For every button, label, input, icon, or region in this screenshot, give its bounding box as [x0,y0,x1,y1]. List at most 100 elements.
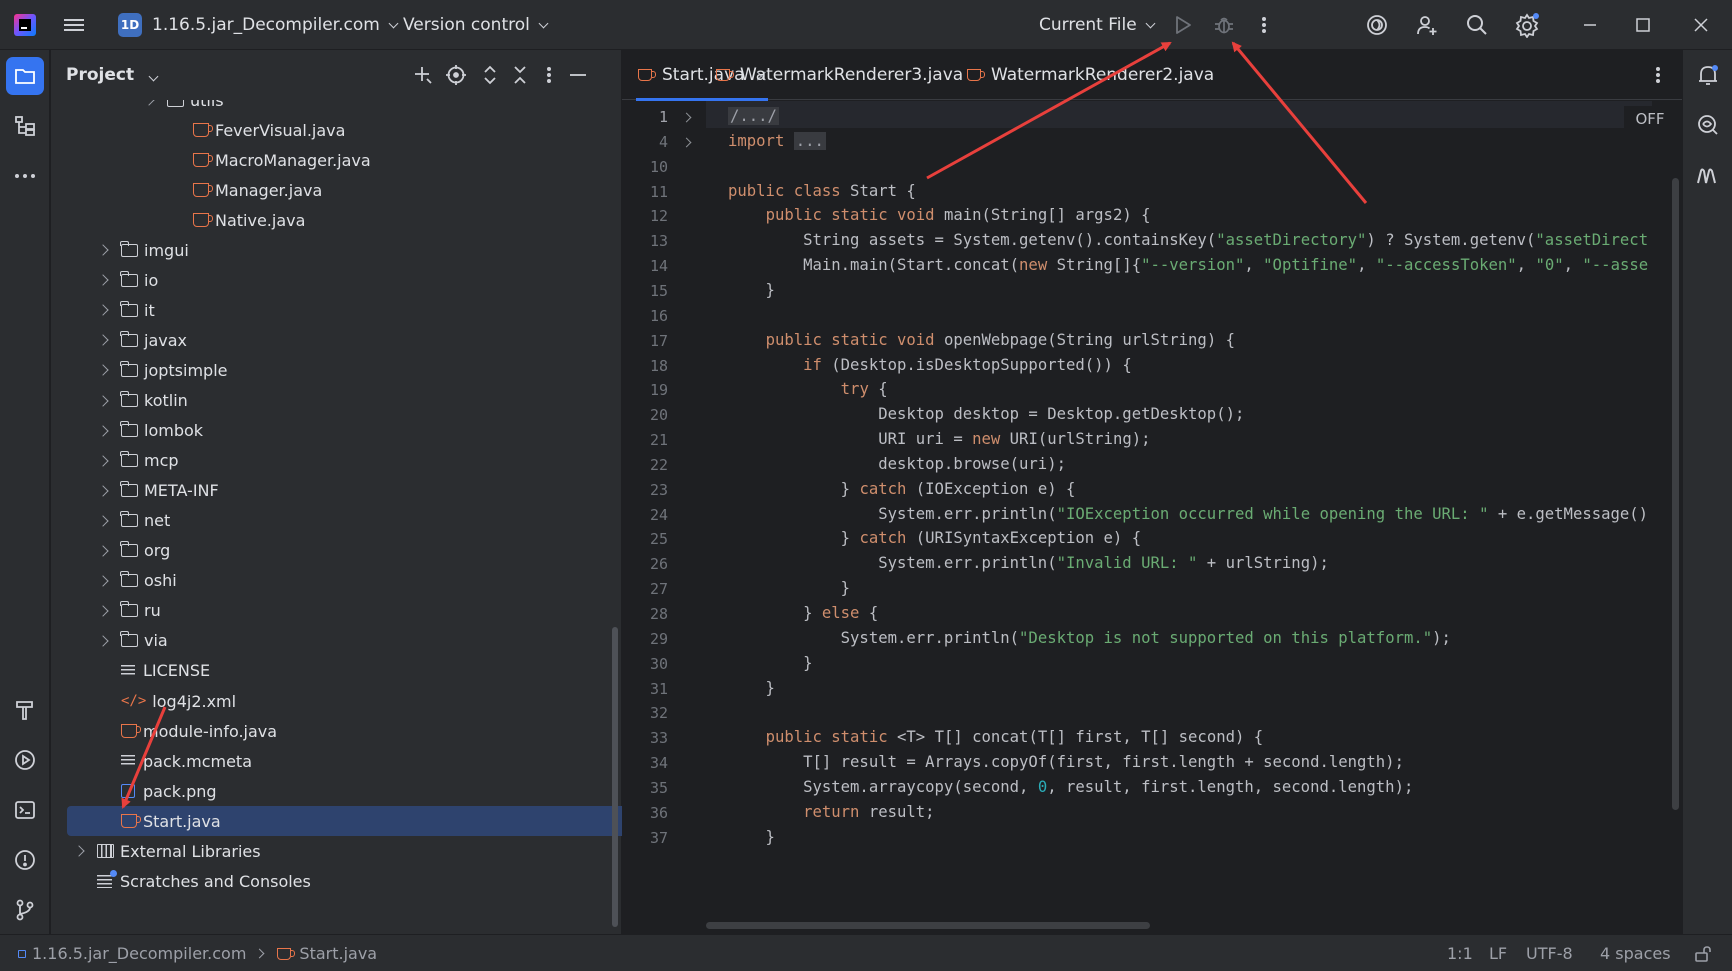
chevron-right-icon[interactable] [97,635,109,647]
run-tool-button[interactable] [6,741,44,779]
chevron-right-icon[interactable] [97,484,109,497]
reader-mode-toggle[interactable]: OFF [1624,106,1676,132]
close-window-button[interactable] [1676,0,1726,50]
chevron-right-icon[interactable] [143,100,155,106]
tree-item-external-libraries[interactable]: External Libraries [51,836,611,866]
breadcrumb-file[interactable]: Start.java [299,944,377,963]
tree-item-org[interactable]: org [51,536,611,566]
tree-item-javax[interactable]: javax [51,325,611,355]
caret-position[interactable]: 1:1 [1447,935,1473,971]
tree-item-kotlin[interactable]: kotlin [51,386,611,416]
tree-item-native-java[interactable]: Native.java [51,205,611,235]
tree-item-utils[interactable]: utils [51,100,611,115]
ai-chat-button[interactable] [1690,107,1726,143]
problems-tool-button[interactable] [6,841,44,879]
folder-icon [120,571,138,588]
chevron-right-icon[interactable] [97,575,109,587]
hide-panel-button[interactable] [567,64,589,86]
chevron-right-icon[interactable] [97,274,109,286]
chevron-right-icon[interactable] [97,605,109,617]
fold-chevron-icon[interactable] [681,137,692,148]
tree-item-ru[interactable]: ru [51,596,611,626]
tree-item-start-java[interactable]: Start.java [67,806,622,837]
tree-item-label: pack.mcmeta [143,751,252,771]
tree-item-module-info-java[interactable]: module-info.java [51,716,611,746]
line-separator[interactable]: LF [1489,935,1507,971]
terminal-tool-button[interactable] [6,791,44,829]
fold-chevron-icon[interactable] [681,112,692,123]
chevron-right-icon[interactable] [73,845,85,857]
maximize-window-button[interactable] [1618,0,1668,50]
code-line: } [728,827,775,846]
chevron-right-icon[interactable] [97,515,109,527]
select-opened-file-button[interactable] [445,64,467,86]
settings-button[interactable] [1514,0,1540,50]
tree-item-manager-java[interactable]: Manager.java [51,175,611,205]
tree-item-license[interactable]: LICENSE [51,656,611,686]
expand-all-button[interactable] [479,64,501,86]
editor-tab-watermarkrenderer3-java[interactable]: WatermarkRenderer3.java [714,50,963,100]
tree-item-io[interactable]: io [51,265,611,295]
editor-tab-watermarkrenderer2-java[interactable]: WatermarkRenderer2.java [965,50,1214,100]
tree-item-imgui[interactable]: imgui [51,235,611,265]
main-menu-button[interactable] [64,0,84,50]
tree-item-joptsimple[interactable]: joptsimple [51,355,611,385]
new-file-button[interactable] [412,64,434,86]
tree-item-lombok[interactable]: lombok [51,416,611,446]
ai-assistant-button[interactable] [1365,0,1389,50]
more-tool-windows-button[interactable] [6,157,44,195]
tree-item-oshi[interactable]: oshi [51,566,611,596]
chevron-right-icon[interactable] [97,545,109,557]
tree-item-fevervisual-java[interactable]: FeverVisual.java [51,115,611,145]
project-widget[interactable]: 1D 1.16.5.jar_Decompiler.com [118,0,399,50]
chevron-right-icon[interactable] [97,394,109,407]
git-tool-button[interactable] [6,891,44,929]
editor-vertical-scrollbar[interactable] [1672,178,1679,810]
tree-item-log4j2-xml[interactable]: </> log4j2.xml [51,686,611,716]
tree-item-pack-mcmeta[interactable]: pack.mcmeta [51,746,611,776]
chevron-right-icon[interactable] [97,334,109,347]
run-configuration-selector[interactable]: Current File [1039,0,1156,50]
search-everywhere-button[interactable] [1465,0,1489,50]
structure-tool-button[interactable] [6,107,44,145]
build-tool-button[interactable] [6,691,44,729]
tree-item-meta-inf[interactable]: META-INF [51,476,611,506]
code-area[interactable]: /.../ import ... public class Start { publ… [706,101,1652,934]
chevron-right-icon[interactable] [97,304,109,317]
version-control-widget[interactable]: Version control [403,0,549,50]
project-tool-button[interactable] [6,57,44,95]
run-button[interactable] [1174,0,1192,50]
run-circle-icon [15,750,35,770]
more-actions-button[interactable] [1262,0,1266,50]
chevron-right-icon[interactable] [97,424,109,437]
notifications-button[interactable] [1690,57,1726,93]
collapse-all-button[interactable] [509,64,531,86]
breadcrumb-project[interactable]: 1.16.5.jar_Decompiler.com [32,944,246,963]
minimize-window-button[interactable] [1565,0,1615,50]
tree-item-macromanager-java[interactable]: MacroManager.java [51,145,611,175]
read-only-toggle[interactable] [1694,935,1712,971]
tree-item-it[interactable]: it [51,295,611,325]
project-options-button[interactable] [538,64,560,86]
maven-button[interactable] [1690,157,1726,193]
indent-setting[interactable]: 4 spaces [1600,935,1671,971]
debug-button[interactable] [1214,0,1234,50]
tree-item-net[interactable]: net [51,506,611,536]
tree-item-pack-png[interactable]: pack.png [51,776,611,806]
editor-horizontal-scrollbar[interactable] [706,922,1150,929]
chevron-right-icon[interactable] [97,454,109,467]
tree-item-mcp[interactable]: mcp [51,446,611,476]
tree-item-label: Scratches and Consoles [120,871,311,891]
project-view-selector[interactable]: Project [66,65,159,85]
code-with-me-button[interactable] [1415,0,1439,50]
project-scrollbar[interactable] [612,627,618,927]
file-encoding[interactable]: UTF-8 [1526,935,1573,971]
chevron-right-icon[interactable] [97,244,109,256]
chevron-right-icon[interactable] [97,364,109,377]
tree-item-scratches-and-consoles[interactable]: Scratches and Consoles [51,866,611,896]
intellij-logo-icon[interactable] [14,14,36,36]
tab-options-button[interactable] [1656,65,1660,85]
tree-item-via[interactable]: via [51,626,611,656]
